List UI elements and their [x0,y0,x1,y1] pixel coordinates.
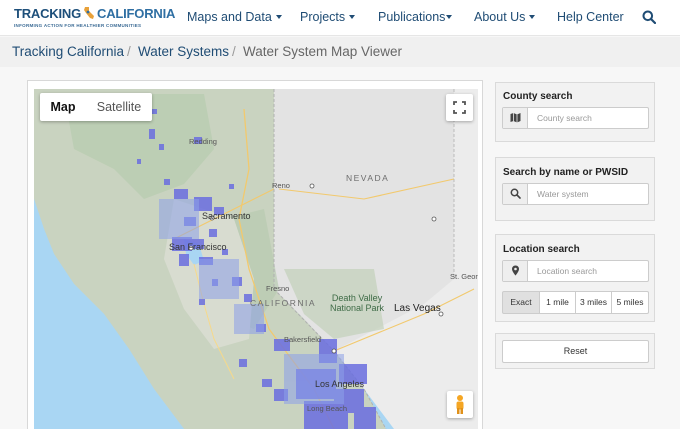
caret-down-icon [529,15,536,19]
map-type-control: Map Satellite [40,93,152,121]
breadcrumb-separator: / [127,44,131,59]
breadcrumb-water-systems[interactable]: Water Systems [138,44,229,59]
breadcrumb: Tracking California / Water Systems / Wa… [0,37,680,67]
caret-down-icon [349,15,356,19]
map-label-st-george: St. George [450,272,478,281]
map-label-nevada: NEVADA [346,173,390,183]
county-search-group [502,107,649,129]
nav-projects[interactable]: Projects [300,0,356,36]
map-label-sacramento: Sacramento [202,211,251,221]
caret-down-icon [446,15,453,19]
map-label-san-francisco: San Francisco [169,242,227,252]
california-map-icon [84,7,95,19]
name-search-panel: Search by name or PWSID [495,157,655,221]
map-canvas [34,89,478,429]
map-icon [510,113,521,123]
map-label-fresno: Fresno [266,284,290,293]
nav-about-us[interactable]: About Us [474,0,536,36]
tracking-california-logo[interactable]: TRACKING CALIFORNIA INFORMING ACTION FOR … [14,6,175,32]
reset-button[interactable]: Reset [502,340,649,363]
search-icon[interactable] [642,10,656,24]
breadcrumb-separator: / [232,44,236,59]
reset-panel: Reset [495,333,655,369]
distance-button-group: Exact 1 mile 3 miles 5 miles [502,291,649,314]
map-label-bakersfield: Bakersfield [284,335,322,344]
county-addon [503,108,528,128]
location-search-panel: Location search Exact 1 mile 3 miles 5 m… [495,234,655,322]
caret-down-icon [275,15,282,19]
map-label-reno: Reno [272,181,290,190]
nav-publications[interactable]: Publications [378,0,453,36]
distance-3-miles-button[interactable]: 3 miles [575,291,612,314]
fullscreen-button[interactable] [446,94,473,121]
map-label-los-angeles: Los Angeles [315,379,365,389]
water-system-map[interactable]: Redding Reno NEVADA Sacramento San Franc… [34,89,478,429]
location-addon [503,261,528,281]
nav-help-center[interactable]: Help Center [557,0,624,36]
map-marker-icon [512,265,519,276]
county-search-panel: County search [495,82,655,142]
distance-exact-button[interactable]: Exact [502,291,540,314]
map-type-satellite-button[interactable]: Satellite [86,93,152,121]
map-type-map-button[interactable]: Map [40,93,86,121]
name-search-title: Search by name or PWSID [503,167,629,178]
breadcrumb-current-page: Water System Map Viewer [243,44,403,59]
map-label-long-beach: Long Beach [307,404,348,413]
map-label-california: CALIFORNIA [250,298,317,308]
street-view-pegman-button[interactable] [447,391,473,418]
logo-tagline: INFORMING ACTION FOR HEALTHIER COMMUNITI… [14,23,142,28]
location-search-group [502,260,649,282]
name-search-addon [503,184,528,204]
county-search-input[interactable] [529,108,648,128]
logo-wordmark: TRACKING CALIFORNIA [14,6,176,21]
map-label-redding: Redding [189,137,217,146]
fullscreen-icon [453,101,466,114]
county-search-title: County search [503,91,573,102]
name-search-group [502,183,649,205]
distance-5-miles-button[interactable]: 5 miles [611,291,649,314]
search-icon [510,188,521,199]
location-search-input[interactable] [529,261,648,281]
water-system-search-input[interactable] [529,184,648,204]
distance-1-mile-button[interactable]: 1 mile [539,291,576,314]
location-search-title: Location search [503,244,580,255]
map-label-death-valley: Death Valley National Park [330,293,385,313]
top-navbar: TRACKING CALIFORNIA INFORMING ACTION FOR … [0,0,680,36]
map-label-las-vegas: Las Vegas [394,303,441,314]
nav-maps-and-data[interactable]: Maps and Data [187,0,282,36]
breadcrumb-tracking-california[interactable]: Tracking California [12,44,124,59]
pegman-icon [456,395,464,414]
